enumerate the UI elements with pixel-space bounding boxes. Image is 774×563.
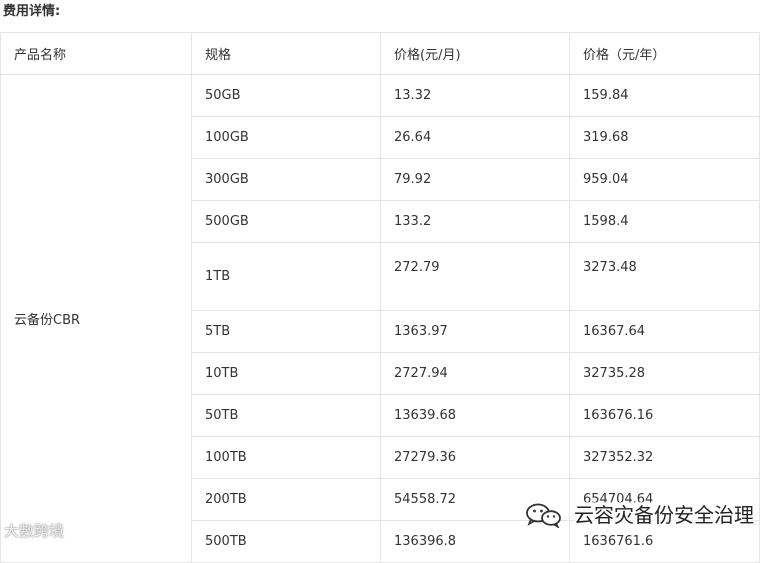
spec-cell: 200TB xyxy=(191,478,381,521)
yearly-price-cell: 32735.28 xyxy=(569,352,760,395)
yearly-price-cell: 159.84 xyxy=(569,74,760,117)
watermark-right: 云容灾备份安全治理 xyxy=(524,502,754,528)
header-price-monthly: 价格(元/月) xyxy=(380,32,570,75)
spec-cell: 100TB xyxy=(191,436,381,479)
fee-table: 产品名称 规格 价格(元/月) 价格（元/年） 云备份CBR 50GB 13.3… xyxy=(0,32,760,563)
monthly-price-cell: 1363.97 xyxy=(380,310,570,353)
spec-cell: 100GB xyxy=(191,116,381,159)
spec-cell: 500TB xyxy=(191,520,381,563)
watermark-right-text: 云容灾备份安全治理 xyxy=(574,502,754,528)
table-row: 云备份CBR 50GB 13.32 159.84 xyxy=(0,74,760,563)
yearly-price-cell: 16367.64 xyxy=(569,310,760,353)
monthly-price-cell: 133.2 xyxy=(380,200,570,243)
page-heading: 费用详情: xyxy=(3,4,61,19)
yearly-price-cell: 1598.4 xyxy=(569,200,760,243)
monthly-price-cell: 272.79 xyxy=(380,242,570,311)
spec-cell: 50TB xyxy=(191,394,381,437)
header-price-yearly: 价格（元/年） xyxy=(569,32,760,75)
spec-cell: 50GB xyxy=(191,74,381,117)
wechat-icon xyxy=(526,503,561,528)
spec-cell: 300GB xyxy=(191,158,381,201)
spec-cell: 500GB xyxy=(191,200,381,243)
yearly-price-cell: 959.04 xyxy=(569,158,760,201)
spec-cell: 1TB xyxy=(191,242,381,311)
watermark-left: 大數跨境 xyxy=(4,522,65,540)
header-spec: 规格 xyxy=(191,32,381,75)
yearly-price-cell: 3273.48 xyxy=(569,242,760,311)
spec-cell: 10TB xyxy=(191,352,381,395)
product-name-cell: 云备份CBR xyxy=(0,74,192,563)
monthly-price-cell: 2727.94 xyxy=(380,352,570,395)
yearly-price-cell: 327352.32 xyxy=(569,436,760,479)
table-header-row: 产品名称 规格 价格(元/月) 价格（元/年） xyxy=(0,32,760,75)
yearly-price-cell: 319.68 xyxy=(569,116,760,159)
header-product-name: 产品名称 xyxy=(0,32,192,75)
monthly-price-cell: 27279.36 xyxy=(380,436,570,479)
monthly-price-cell: 79.92 xyxy=(380,158,570,201)
monthly-price-cell: 26.64 xyxy=(380,116,570,159)
monthly-price-cell: 13639.68 xyxy=(380,394,570,437)
yearly-price-cell: 163676.16 xyxy=(569,394,760,437)
spec-cell: 5TB xyxy=(191,310,381,353)
monthly-price-cell: 13.32 xyxy=(380,74,570,117)
